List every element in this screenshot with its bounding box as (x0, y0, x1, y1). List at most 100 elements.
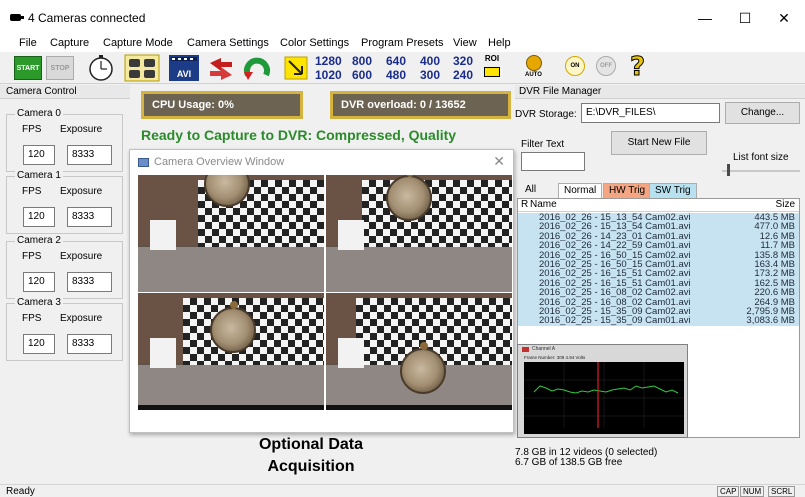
menu-camera-settings[interactable]: Camera Settings (187, 37, 269, 49)
camera-2-group: Camera 2 FPS Exposure 120 8333 (6, 235, 123, 299)
tab-all[interactable]: All (520, 183, 541, 198)
daq-graph-window[interactable]: Channel A Frame Number: 309 4.94 Volts (517, 344, 688, 438)
fps-label: FPS (22, 313, 42, 324)
start-new-file-button[interactable]: Start New File (611, 131, 707, 155)
start-button[interactable]: START (14, 56, 42, 80)
exposure-label: Exposure (60, 124, 103, 135)
exposure-label: Exposure (60, 313, 103, 324)
file-row[interactable]: 2016_02_25 - 15_35_09 Cam01.avi 3,083.6 M… (518, 315, 799, 327)
camera-feed-1[interactable] (326, 175, 512, 292)
plot-axis-strip (524, 428, 684, 434)
camera-feed-2[interactable] (138, 293, 324, 410)
menu-capture-mode[interactable]: Capture Mode (103, 37, 173, 49)
roi-box-icon (484, 67, 500, 77)
status-text: Ready (6, 486, 35, 497)
falling-clock (210, 301, 256, 353)
camera-control-header: Camera Control (0, 85, 130, 99)
roi-label: ROI (484, 54, 500, 63)
column-size[interactable]: Size (776, 199, 795, 211)
res-300[interactable]: 300 (420, 68, 440, 82)
file-list-header: R Name Size (518, 199, 799, 212)
cpu-usage-meter: CPU Usage: 0% (141, 91, 303, 119)
light-on-button[interactable]: ON (565, 56, 585, 76)
close-button[interactable]: ✕ (764, 8, 804, 28)
dvr-storage-path[interactable]: E:\DVR_FILES\ (581, 103, 720, 123)
file-name: 2016_02_25 - 15_35_09 Cam01.avi (539, 315, 691, 327)
res-400[interactable]: 400 (420, 54, 440, 68)
stopwatch-icon[interactable] (86, 55, 116, 81)
font-size-slider-track[interactable] (722, 170, 800, 172)
optional-daq-caption: Optional Data Acquisition (247, 434, 375, 478)
diagonal-arrow-icon[interactable] (284, 56, 308, 80)
camera-app-icon (10, 14, 24, 21)
camera-1-fps-input[interactable]: 120 (23, 207, 55, 227)
res-320[interactable]: 320 (453, 54, 473, 68)
camera-2-fps-input[interactable]: 120 (23, 272, 55, 292)
roi-button[interactable]: ROI (481, 54, 503, 82)
voltage-plot (524, 362, 684, 434)
falling-clock (400, 342, 446, 394)
feed-bottom-bar (326, 405, 512, 410)
num-indicator: NUM (740, 486, 765, 497)
menu-help[interactable]: Help (488, 37, 511, 49)
graph-title: Channel A (532, 346, 556, 352)
res-640[interactable]: 640 (386, 54, 406, 68)
font-size-slider-thumb[interactable] (727, 164, 730, 176)
camera-0-fps-input[interactable]: 120 (23, 145, 55, 165)
menu-view[interactable]: View (453, 37, 477, 49)
red-arrows-icon[interactable] (206, 55, 236, 81)
app-window: 4 Cameras connected — ☐ ✕ File Capture C… (0, 0, 805, 497)
menu-file[interactable]: File (19, 37, 37, 49)
res-480[interactable]: 480 (386, 68, 406, 82)
list-font-size-label: List font size (733, 152, 789, 163)
auto-exposure-button[interactable]: AUTO (523, 55, 545, 81)
tab-hw-trig[interactable]: HW Trig (603, 183, 652, 198)
menu-capture[interactable]: Capture (50, 37, 89, 49)
tab-sw-trig[interactable]: SW Trig (649, 183, 697, 198)
res-1280[interactable]: 1280 (315, 54, 342, 68)
camera-feed-0[interactable] (138, 175, 324, 292)
change-storage-button[interactable]: Change... (725, 102, 800, 124)
camera-3-title: Camera 3 (15, 297, 63, 308)
checkerboard-backdrop (362, 180, 512, 252)
res-800[interactable]: 800 (352, 54, 372, 68)
file-rows: 2016_02_26 - 15_13_54 Cam02.avi 443.5 MB 2… (518, 213, 799, 326)
light-off-button[interactable]: OFF (596, 56, 616, 76)
res-1020[interactable]: 1020 (315, 68, 342, 82)
camera-2-exposure-input[interactable]: 8333 (67, 272, 112, 292)
exposure-label: Exposure (60, 251, 103, 262)
res-600[interactable]: 600 (352, 68, 372, 82)
camera-3-exposure-input[interactable]: 8333 (67, 334, 112, 354)
menu-color-settings[interactable]: Color Settings (280, 37, 349, 49)
avi-film-icon[interactable]: AVI (168, 54, 200, 82)
resolution-presets: 1280 800 640 400 320 1020 600 480 300 24… (312, 54, 477, 82)
overview-window-title: Camera Overview Window (154, 156, 285, 168)
rotate-green-icon[interactable] (242, 55, 272, 81)
camera-1-title: Camera 1 (15, 170, 63, 181)
stop-button[interactable]: STOP (46, 56, 74, 80)
camera-1-exposure-input[interactable]: 8333 (67, 207, 112, 227)
tab-normal[interactable]: Normal (558, 183, 603, 198)
res-240[interactable]: 240 (453, 68, 473, 82)
camera-feed-3[interactable] (326, 293, 512, 410)
feed-bottom-bar (138, 405, 324, 410)
camera-0-title: Camera 0 (15, 108, 63, 119)
help-question-icon[interactable]: ? (629, 52, 645, 83)
fps-label: FPS (22, 251, 42, 262)
minimize-button[interactable]: — (685, 8, 725, 28)
column-name[interactable]: Name (530, 199, 557, 211)
status-bar: Ready CAP NUM SCRL (0, 484, 805, 497)
caption-line-1: Optional Data (258, 436, 363, 453)
multi-camera-icon[interactable] (124, 54, 160, 82)
falling-clock (386, 175, 432, 221)
camera-0-exposure-input[interactable]: 8333 (67, 145, 112, 165)
feed-floor (138, 365, 324, 410)
menu-program-presets[interactable]: Program Presets (361, 37, 444, 49)
camera-3-fps-input[interactable]: 120 (23, 334, 55, 354)
dvr-storage-label: DVR Storage: (515, 109, 577, 120)
column-r[interactable]: R (521, 199, 528, 211)
filter-text-label: Filter Text (521, 139, 565, 150)
maximize-button[interactable]: ☐ (725, 8, 765, 28)
overview-close-button[interactable]: ✕ (493, 153, 505, 170)
filter-text-input[interactable] (521, 152, 585, 171)
